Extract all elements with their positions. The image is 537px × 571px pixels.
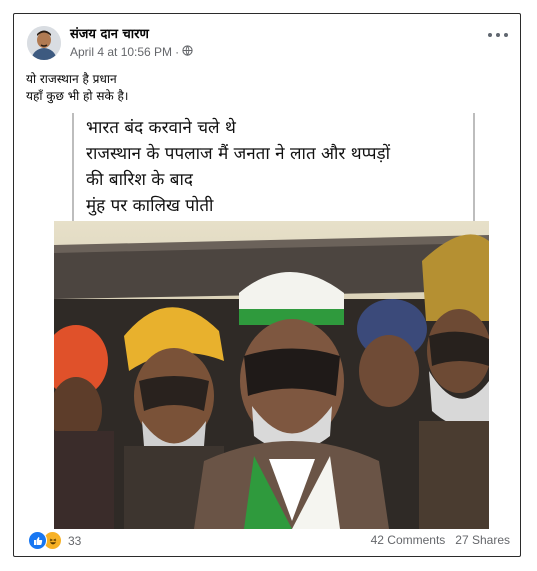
post-meta: April 4 at 10:56 PM · xyxy=(70,45,193,59)
post-image[interactable]: भारत बंद करवाने चले थे राजस्थान के पपलाज… xyxy=(54,109,489,529)
post-timestamp[interactable]: April 4 at 10:56 PM xyxy=(70,45,172,59)
comments-count[interactable]: 42 Comments xyxy=(371,533,446,547)
meme-text-panel: भारत बंद करवाने चले थे राजस्थान के पपलाज… xyxy=(54,109,489,221)
author-avatar[interactable] xyxy=(27,26,61,60)
photo-of-men-with-blackened-faces xyxy=(54,221,489,529)
post-footer: 33 42 Comments 27 Shares xyxy=(14,524,520,556)
meme-line: की बारिश के बाद xyxy=(86,170,193,190)
globe-icon xyxy=(182,45,193,59)
like-icon xyxy=(28,531,47,550)
post-caption: यो राजस्थान है प्रधान यहाँ कुछ भी हो सके… xyxy=(26,71,128,105)
author-name[interactable]: संजय दान चारण xyxy=(70,24,149,42)
shares-count[interactable]: 27 Shares xyxy=(455,533,510,547)
engagement-stats: 42 Comments 27 Shares xyxy=(371,533,510,547)
reactions-summary[interactable]: 33 xyxy=(28,531,81,550)
meme-line: भारत बंद करवाने चले थे xyxy=(86,118,236,138)
facebook-post-card: संजय दान चारण April 4 at 10:56 PM · यो र… xyxy=(13,13,521,557)
meme-line: मुंह पर कालिख पोती xyxy=(86,196,214,216)
caption-line: यहाँ कुछ भी हो सके है। xyxy=(26,89,129,103)
reaction-count: 33 xyxy=(68,533,82,548)
meme-line: राजस्थान के पपलाज मैं जनता ने लात और थप्… xyxy=(86,144,391,164)
more-options-icon[interactable] xyxy=(488,30,508,40)
caption-line: यो राजस्थान है प्रधान xyxy=(26,72,117,86)
meta-separator: · xyxy=(175,45,180,59)
